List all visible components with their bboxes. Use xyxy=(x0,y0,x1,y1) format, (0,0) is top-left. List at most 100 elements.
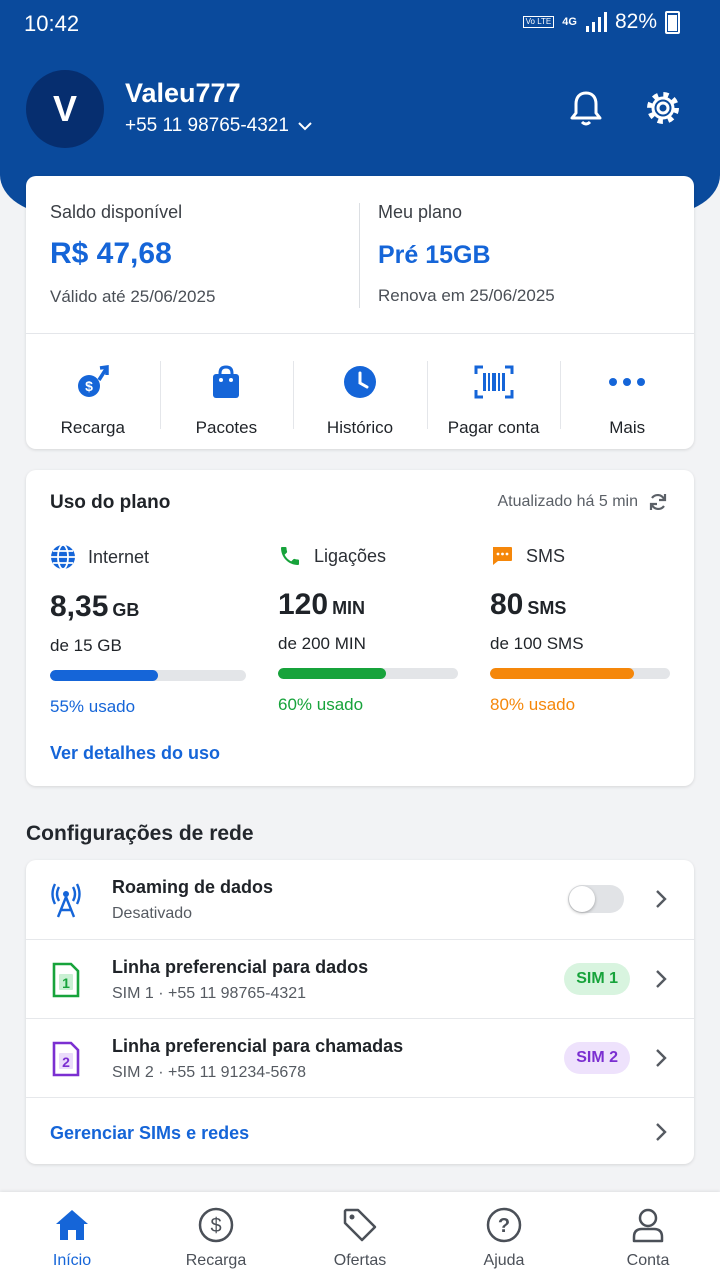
data-line-sim: SIM 1 xyxy=(112,985,154,1002)
chevron-right-icon xyxy=(656,970,667,988)
nav-home[interactable]: Início xyxy=(0,1192,144,1280)
usage-percent: 80% usado xyxy=(490,695,576,714)
svg-text:$: $ xyxy=(85,378,93,394)
plan-renew-date: Renova em 25/06/2025 xyxy=(378,286,555,305)
settings-button[interactable] xyxy=(643,88,683,128)
balance-section: Saldo disponível R$ 47,68 Válido até 25/… xyxy=(50,202,215,307)
call-line-sim: SIM 2 xyxy=(112,1064,154,1081)
data-line-details: SIM 1 · +55 11 98765-4321 xyxy=(112,985,307,1002)
bag-icon xyxy=(213,365,240,398)
usage-progress-fill xyxy=(278,668,386,679)
sim-1-badge: SIM 1 xyxy=(564,963,630,995)
action-packages[interactable]: Pacotes xyxy=(159,334,294,449)
usage-unit: GB xyxy=(112,600,140,620)
usage-refresh[interactable]: Atualizado há 5 min xyxy=(497,492,668,512)
action-recharge[interactable]: $ Recarga xyxy=(26,334,160,449)
balance-valid-until: Válido até 25/06/2025 xyxy=(50,287,216,306)
nav-account[interactable]: Conta xyxy=(576,1192,720,1280)
usage-total: de 100 SMS xyxy=(490,634,584,653)
action-pay-bill[interactable]: Pagar conta xyxy=(426,334,561,449)
usage-progress-bar xyxy=(278,668,458,679)
call-line-title: Linha preferencial para chamadas xyxy=(112,1036,404,1056)
username: Valeu777 xyxy=(125,78,241,108)
call-line-row[interactable]: 2 Linha preferencial para chamadas SIM 2… xyxy=(26,1018,694,1097)
roaming-toggle[interactable] xyxy=(568,885,624,913)
usage-value: 8,35 xyxy=(50,590,109,623)
usage-unit: MIN xyxy=(332,598,366,618)
globe-icon xyxy=(51,544,75,570)
volte-icon: Vo LTE xyxy=(522,16,555,28)
manage-sims-link[interactable]: Gerenciar SIMs e redes xyxy=(50,1123,249,1144)
svg-text:2: 2 xyxy=(62,1054,70,1070)
refresh-icon xyxy=(649,493,667,511)
battery-icon xyxy=(665,10,680,34)
nav-label: Recarga xyxy=(185,1252,247,1269)
dollar-icon: $ xyxy=(198,1207,234,1243)
action-history[interactable]: Histórico xyxy=(293,334,427,449)
usage-sms: SMS 80 SMS de 100 SMS 80% usado xyxy=(490,544,670,715)
avatar[interactable]: V xyxy=(26,70,104,148)
data-line-row[interactable]: 1 Linha preferencial para dados SIM 1 · … xyxy=(26,939,694,1018)
data-line-number: +55 11 98765-4321 xyxy=(168,985,307,1002)
usage-progress-fill xyxy=(490,668,634,679)
recharge-icon: $ xyxy=(77,364,109,397)
nav-label: Início xyxy=(52,1252,92,1269)
nav-recharge[interactable]: $ Recarga xyxy=(144,1192,288,1280)
sim-1-icon: 1 xyxy=(52,962,80,998)
sim-2-icon: 2 xyxy=(52,1041,80,1077)
data-line-title: Linha preferencial para dados xyxy=(112,957,369,977)
action-label: Pacotes xyxy=(195,418,258,437)
usage-value: 120 xyxy=(278,588,329,621)
action-label: Histórico xyxy=(326,418,394,437)
sim-2-badge: SIM 2 xyxy=(564,1042,630,1074)
roaming-status: Desativado xyxy=(112,905,193,922)
usage-calls: Ligações 120 MIN de 200 MIN 60% usado xyxy=(278,544,458,715)
help-icon: ? xyxy=(486,1207,522,1243)
notifications-button[interactable] xyxy=(566,88,606,128)
network-type-label: 4G xyxy=(562,16,577,28)
battery-percent: 82% xyxy=(614,10,657,33)
usage-percent: 60% usado xyxy=(278,695,364,714)
toggle-knob xyxy=(569,886,595,912)
chevron-right-icon xyxy=(656,1049,667,1067)
svg-text:$: $ xyxy=(210,1215,221,1237)
svg-text:?: ? xyxy=(498,1215,510,1237)
status-bar: 10:42 Vo LTE 4G 82% xyxy=(0,0,720,48)
svg-text:1: 1 xyxy=(62,975,70,991)
usage-progress-bar xyxy=(50,670,246,681)
usage-unit: SMS xyxy=(527,598,567,618)
chat-icon xyxy=(493,547,512,565)
home-icon xyxy=(56,1210,88,1240)
balance-value: R$ 47,68 xyxy=(50,237,172,270)
action-more[interactable]: Mais xyxy=(560,334,694,449)
action-label: Recarga xyxy=(60,418,125,437)
plan-label: Meu plano xyxy=(378,202,463,222)
avatar-initial: V xyxy=(52,88,77,129)
tag-icon xyxy=(343,1208,377,1242)
plan-value: Pré 15GB xyxy=(378,241,491,269)
usage-updated-label: Atualizado há 5 min xyxy=(497,493,638,510)
usage-details-link[interactable]: Ver detalhes do uso xyxy=(50,743,220,764)
roaming-title: Roaming de dados xyxy=(112,877,274,897)
nav-label: Ofertas xyxy=(333,1252,387,1269)
phone-icon xyxy=(281,547,299,565)
nav-offers[interactable]: Ofertas xyxy=(288,1192,432,1280)
bottom-nav: Início $ Recarga Ofertas ? Ajuda Conta xyxy=(0,1192,720,1280)
usage-name: SMS xyxy=(526,545,566,566)
roaming-row[interactable]: Roaming de dados Desativado xyxy=(26,860,694,938)
nav-label: Conta xyxy=(626,1252,670,1269)
clock-icon xyxy=(343,366,376,398)
manage-sims-row[interactable]: Gerenciar SIMs e redes xyxy=(26,1097,694,1165)
network-card: Roaming de dados Desativado 1 Linha pref… xyxy=(26,860,694,1164)
more-icon xyxy=(609,378,646,386)
usage-total: de 15 GB xyxy=(50,636,122,655)
usage-progress-bar xyxy=(490,668,670,679)
chevron-right-icon xyxy=(656,1123,667,1141)
usage-percent: 55% usado xyxy=(50,697,136,716)
user-icon xyxy=(632,1208,664,1243)
usage-name: Internet xyxy=(88,546,150,567)
phone-selector[interactable]: +55 11 98765-4321 xyxy=(125,115,313,137)
plan-section[interactable]: Meu plano Pré 15GB Renova em 25/06/2025 xyxy=(378,202,555,306)
nav-help[interactable]: ? Ajuda xyxy=(432,1192,576,1280)
quick-actions: $ Recarga Pacotes Histórico Pagar conta … xyxy=(26,334,694,449)
